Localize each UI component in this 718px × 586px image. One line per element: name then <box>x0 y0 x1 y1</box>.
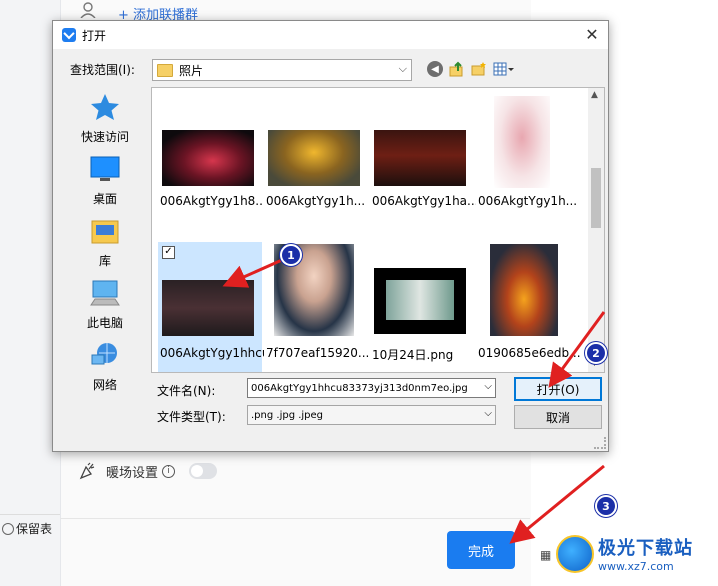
star-icon <box>91 94 119 120</box>
watermark: 极光下载站 www.xz7.com <box>556 534 693 573</box>
chevron-down-icon[interactable]: ⌵ <box>484 381 492 392</box>
file-item[interactable]: 0190685e6edb... <box>476 242 581 366</box>
warm-setting-label: 暖场设置 <box>106 465 159 481</box>
network-icon <box>91 343 117 365</box>
keep-label: 保留表 <box>16 522 53 536</box>
file-type-value: .png .jpg .jpeg <box>251 409 324 421</box>
done-button[interactable]: 完成 <box>447 531 515 569</box>
dialog-titlebar[interactable]: 打开 ✕ <box>53 21 608 49</box>
close-button[interactable]: ✕ <box>582 24 602 44</box>
file-list: 006AkgtYgy1h8... 006AkgtYgy1h... 006Akgt… <box>151 87 605 373</box>
computer-icon <box>90 280 120 306</box>
thumbnail <box>374 268 466 334</box>
file-item-selected[interactable]: ✓ 006AkgtYgy1hhcu83373yj313d0n <box>158 242 264 372</box>
thumbnail <box>374 130 466 186</box>
warm-setting-row: 暖场设置 i <box>78 458 218 484</box>
place-network[interactable]: 网络 <box>63 341 147 393</box>
file-name: 006AkgtYgy1hhcu83373yj313d0n <box>160 346 264 360</box>
file-name: 7f707eaf15920... <box>266 346 370 360</box>
view-menu-icon[interactable] <box>493 61 515 77</box>
thumbnail <box>494 96 550 188</box>
desktop-icon <box>90 156 120 181</box>
place-library[interactable]: 库 <box>63 217 147 269</box>
place-label: 此电脑 <box>86 316 123 330</box>
thumbnail <box>162 280 254 336</box>
look-in-label: 查找范围(I): <box>70 63 135 77</box>
grid-view-icon[interactable]: ▦ <box>540 548 551 562</box>
bg-divider <box>60 518 530 519</box>
file-name-label: 文件名(N): <box>157 384 216 398</box>
back-icon[interactable]: ◀ <box>427 61 443 77</box>
file-item[interactable]: 006AkgtYgy1h8... <box>158 122 264 246</box>
scroll-thumb[interactable] <box>591 168 601 228</box>
file-type-label: 文件类型(T): <box>157 410 226 424</box>
place-this-pc[interactable]: 此电脑 <box>63 279 147 331</box>
nav-toolbar: ◀ <box>427 61 515 77</box>
open-file-dialog: 打开 ✕ 查找范围(I): 照片 ⌵ ◀ 快速访问 桌面 库 此电脑 网络 00… <box>52 20 609 452</box>
resize-grip[interactable] <box>594 437 606 449</box>
place-desktop[interactable]: 桌面 <box>63 155 147 207</box>
file-name-value: 006AkgtYgy1hhcu83373yj313d0nm7eo.jpg <box>251 382 468 394</box>
up-folder-icon[interactable] <box>449 61 465 77</box>
file-name: 006AkgtYgy1h8... <box>160 194 264 208</box>
bg-left-rail <box>0 0 60 586</box>
new-folder-icon[interactable] <box>471 61 487 77</box>
thumbnail <box>268 130 360 186</box>
file-item[interactable]: 006AkgtYgy1h... <box>264 122 368 246</box>
places-bar: 快速访问 桌面 库 此电脑 网络 <box>63 87 147 392</box>
vertical-scrollbar[interactable]: ▲ ▼ <box>588 88 604 372</box>
checkbox-icon[interactable]: ✓ <box>162 246 175 259</box>
place-label: 网络 <box>92 378 117 392</box>
scroll-up-icon[interactable]: ▲ <box>591 90 598 100</box>
place-quick-access[interactable]: 快速访问 <box>63 93 147 145</box>
file-type-select[interactable]: .png .jpg .jpeg ⌵ <box>247 405 496 425</box>
step-badge-2: 2 <box>585 342 607 364</box>
thumbnail <box>162 130 254 186</box>
open-button[interactable]: 打开(O) <box>514 377 602 401</box>
watermark-title: 极光下载站 <box>598 538 693 559</box>
users-icon <box>80 2 96 18</box>
file-item[interactable]: 006AkgtYgy1h... <box>476 94 580 218</box>
place-label: 库 <box>98 254 111 268</box>
chevron-down-icon: ⌵ <box>398 62 407 75</box>
step-badge-3: 3 <box>595 495 617 517</box>
file-item[interactable]: 006AkgtYgy1ha... <box>370 122 476 246</box>
watermark-url: www.xz7.com <box>598 560 674 573</box>
file-item[interactable]: 10月24日.png <box>370 242 474 366</box>
file-name: 006AkgtYgy1h... <box>478 194 578 208</box>
look-in-dropdown[interactable]: 照片 ⌵ <box>152 59 412 81</box>
party-popper-icon <box>79 462 95 480</box>
library-icon <box>91 220 119 244</box>
place-label: 桌面 <box>92 192 117 206</box>
chevron-down-icon: ⌵ <box>484 408 492 419</box>
info-icon: i <box>162 464 176 478</box>
file-item[interactable]: 7f707eaf15920... <box>264 242 370 366</box>
look-in-value: 照片 <box>179 63 204 78</box>
place-label: 快速访问 <box>80 130 129 144</box>
dialog-title: 打开 <box>82 28 107 43</box>
file-name-input[interactable]: 006AkgtYgy1hhcu83373yj313d0nm7eo.jpg ⌵ <box>247 378 496 398</box>
radio-icon <box>2 522 14 535</box>
watermark-logo-icon <box>556 534 594 573</box>
thumbnail <box>490 244 558 336</box>
cancel-button[interactable]: 取消 <box>514 405 602 429</box>
file-name: 0190685e6edb... <box>478 346 581 360</box>
step-badge-1: 1 <box>280 244 302 266</box>
app-icon <box>62 28 76 42</box>
folder-icon <box>157 63 173 77</box>
file-name: 10月24日.png <box>372 348 454 362</box>
file-name: 006AkgtYgy1h... <box>266 194 366 208</box>
file-name: 006AkgtYgy1ha... <box>372 194 476 208</box>
warm-setting-toggle[interactable] <box>189 463 218 479</box>
keep-option[interactable]: 保留表 <box>2 520 52 537</box>
